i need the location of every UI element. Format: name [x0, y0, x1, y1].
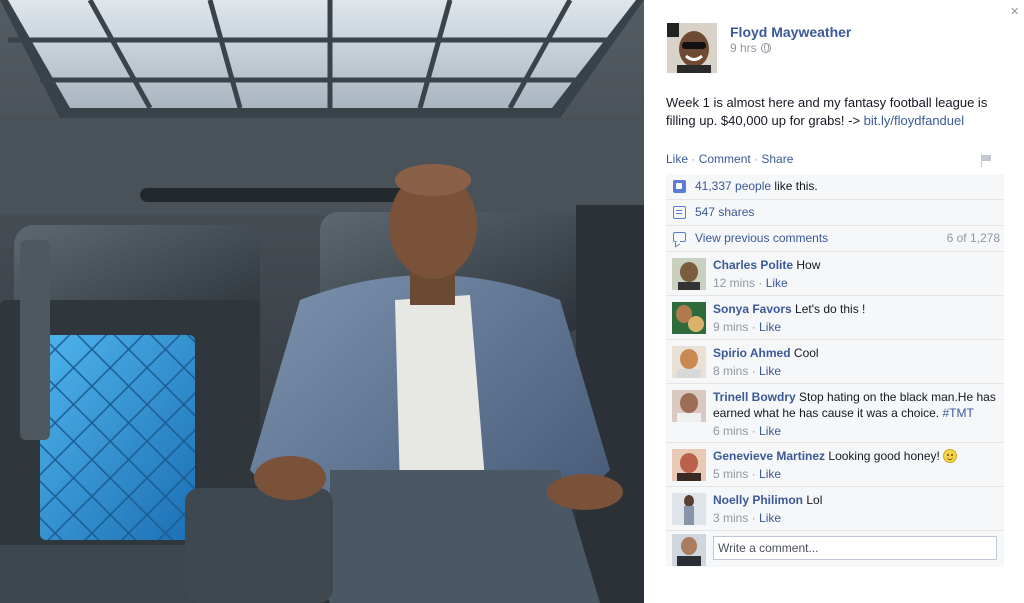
share-icon: [673, 206, 686, 219]
comment-pager-count: 6 of 1,278: [946, 231, 1000, 245]
comment-text: How: [796, 258, 821, 272]
commenter-avatar[interactable]: [672, 493, 706, 525]
write-comment-row: [666, 531, 1004, 567]
comment-item: Genevieve Martinez Looking good honey! 5…: [666, 443, 1004, 487]
commenter-avatar[interactable]: [672, 449, 706, 481]
comment-item: Trinell Bowdry Stop hating on the black …: [666, 384, 1004, 443]
commenter-avatar[interactable]: [672, 258, 706, 290]
commenter-avatar[interactable]: [672, 346, 706, 378]
comment-text: Looking good honey!: [828, 449, 940, 463]
commenter-name[interactable]: Trinell Bowdry: [713, 390, 796, 404]
comment-like-button[interactable]: Like: [759, 511, 781, 525]
post-timestamp[interactable]: 9 hrs: [730, 41, 771, 55]
commenter-name[interactable]: Genevieve Martinez: [713, 449, 825, 463]
comment-time[interactable]: 9 mins: [713, 320, 748, 334]
like-button[interactable]: Like: [666, 152, 688, 166]
comment-button[interactable]: Comment: [699, 152, 751, 166]
comment-text: Let's do this !: [795, 302, 866, 316]
likes-row: 41,337 people like this.: [666, 174, 1004, 200]
view-previous-comments-link[interactable]: View previous comments: [695, 231, 828, 245]
commenter-avatar[interactable]: [672, 302, 706, 334]
commenter-name[interactable]: Noelly Philimon: [713, 493, 803, 507]
comment-time[interactable]: 12 mins: [713, 276, 755, 290]
commenter-avatar[interactable]: [672, 390, 706, 422]
comment-like-button[interactable]: Like: [766, 276, 788, 290]
smiley-emoji-icon: [942, 449, 957, 463]
likes-count-link[interactable]: 41,337 people: [695, 179, 771, 193]
comment-like-button[interactable]: Like: [759, 364, 781, 378]
comment-text: Cool: [793, 346, 819, 360]
comment-like-button[interactable]: Like: [759, 467, 781, 481]
post-message: Week 1 is almost here and my fantasy foo…: [666, 94, 1011, 130]
comment-item: Noelly Philimon Lol 3 mins · Like: [666, 487, 1004, 531]
hashtag-link[interactable]: #TMT: [942, 406, 973, 420]
post-link[interactable]: bit.ly/floydfanduel: [864, 113, 964, 128]
globe-icon: [760, 43, 771, 53]
shares-row: 547 shares: [666, 200, 1004, 226]
close-icon[interactable]: ×: [1010, 3, 1019, 21]
commenter-name[interactable]: Charles Polite: [713, 258, 793, 272]
post-actions: Like · Comment · Share: [666, 152, 793, 166]
thumbs-up-icon: [673, 180, 686, 193]
write-comment-input[interactable]: [713, 536, 997, 560]
comment-bubble-icon: [673, 232, 686, 242]
comment-text: Lol: [806, 493, 823, 507]
share-button[interactable]: Share: [761, 152, 793, 166]
comment-item: Spirio Ahmed Cool 8 mins · Like: [666, 340, 1004, 384]
viewer-avatar: [672, 534, 706, 566]
comment-time[interactable]: 3 mins: [713, 511, 748, 525]
shares-count-link[interactable]: 547 shares: [695, 205, 754, 219]
comment-item: Sonya Favors Let's do this ! 9 mins · Li…: [666, 296, 1004, 340]
post-time-text: 9 hrs: [730, 41, 757, 55]
feedback-box: 41,337 people like this. 547 shares View…: [666, 174, 1004, 567]
photo-image: [0, 0, 644, 603]
comment-like-button[interactable]: Like: [759, 424, 781, 438]
view-previous-row: View previous comments 6 of 1,278: [666, 226, 1004, 252]
action-separator: ·: [688, 152, 699, 166]
comment-time[interactable]: 8 mins: [713, 364, 748, 378]
comment-time[interactable]: 6 mins: [713, 424, 748, 438]
post-side-panel: × Floyd Mayweather 9 hrs Week 1 is almos…: [644, 0, 1024, 603]
commenter-name[interactable]: Spirio Ahmed: [713, 346, 791, 360]
comment-item: Charles Polite How 12 mins · Like: [666, 252, 1004, 296]
comment-like-button[interactable]: Like: [759, 320, 781, 334]
author-avatar[interactable]: [667, 23, 717, 73]
action-separator: ·: [750, 152, 762, 166]
comment-time[interactable]: 5 mins: [713, 467, 748, 481]
post-photo[interactable]: [0, 0, 644, 603]
commenter-name[interactable]: Sonya Favors: [713, 302, 792, 316]
likes-suffix: like this.: [771, 179, 818, 193]
author-name[interactable]: Floyd Mayweather: [730, 24, 851, 40]
flag-icon[interactable]: [980, 154, 992, 167]
